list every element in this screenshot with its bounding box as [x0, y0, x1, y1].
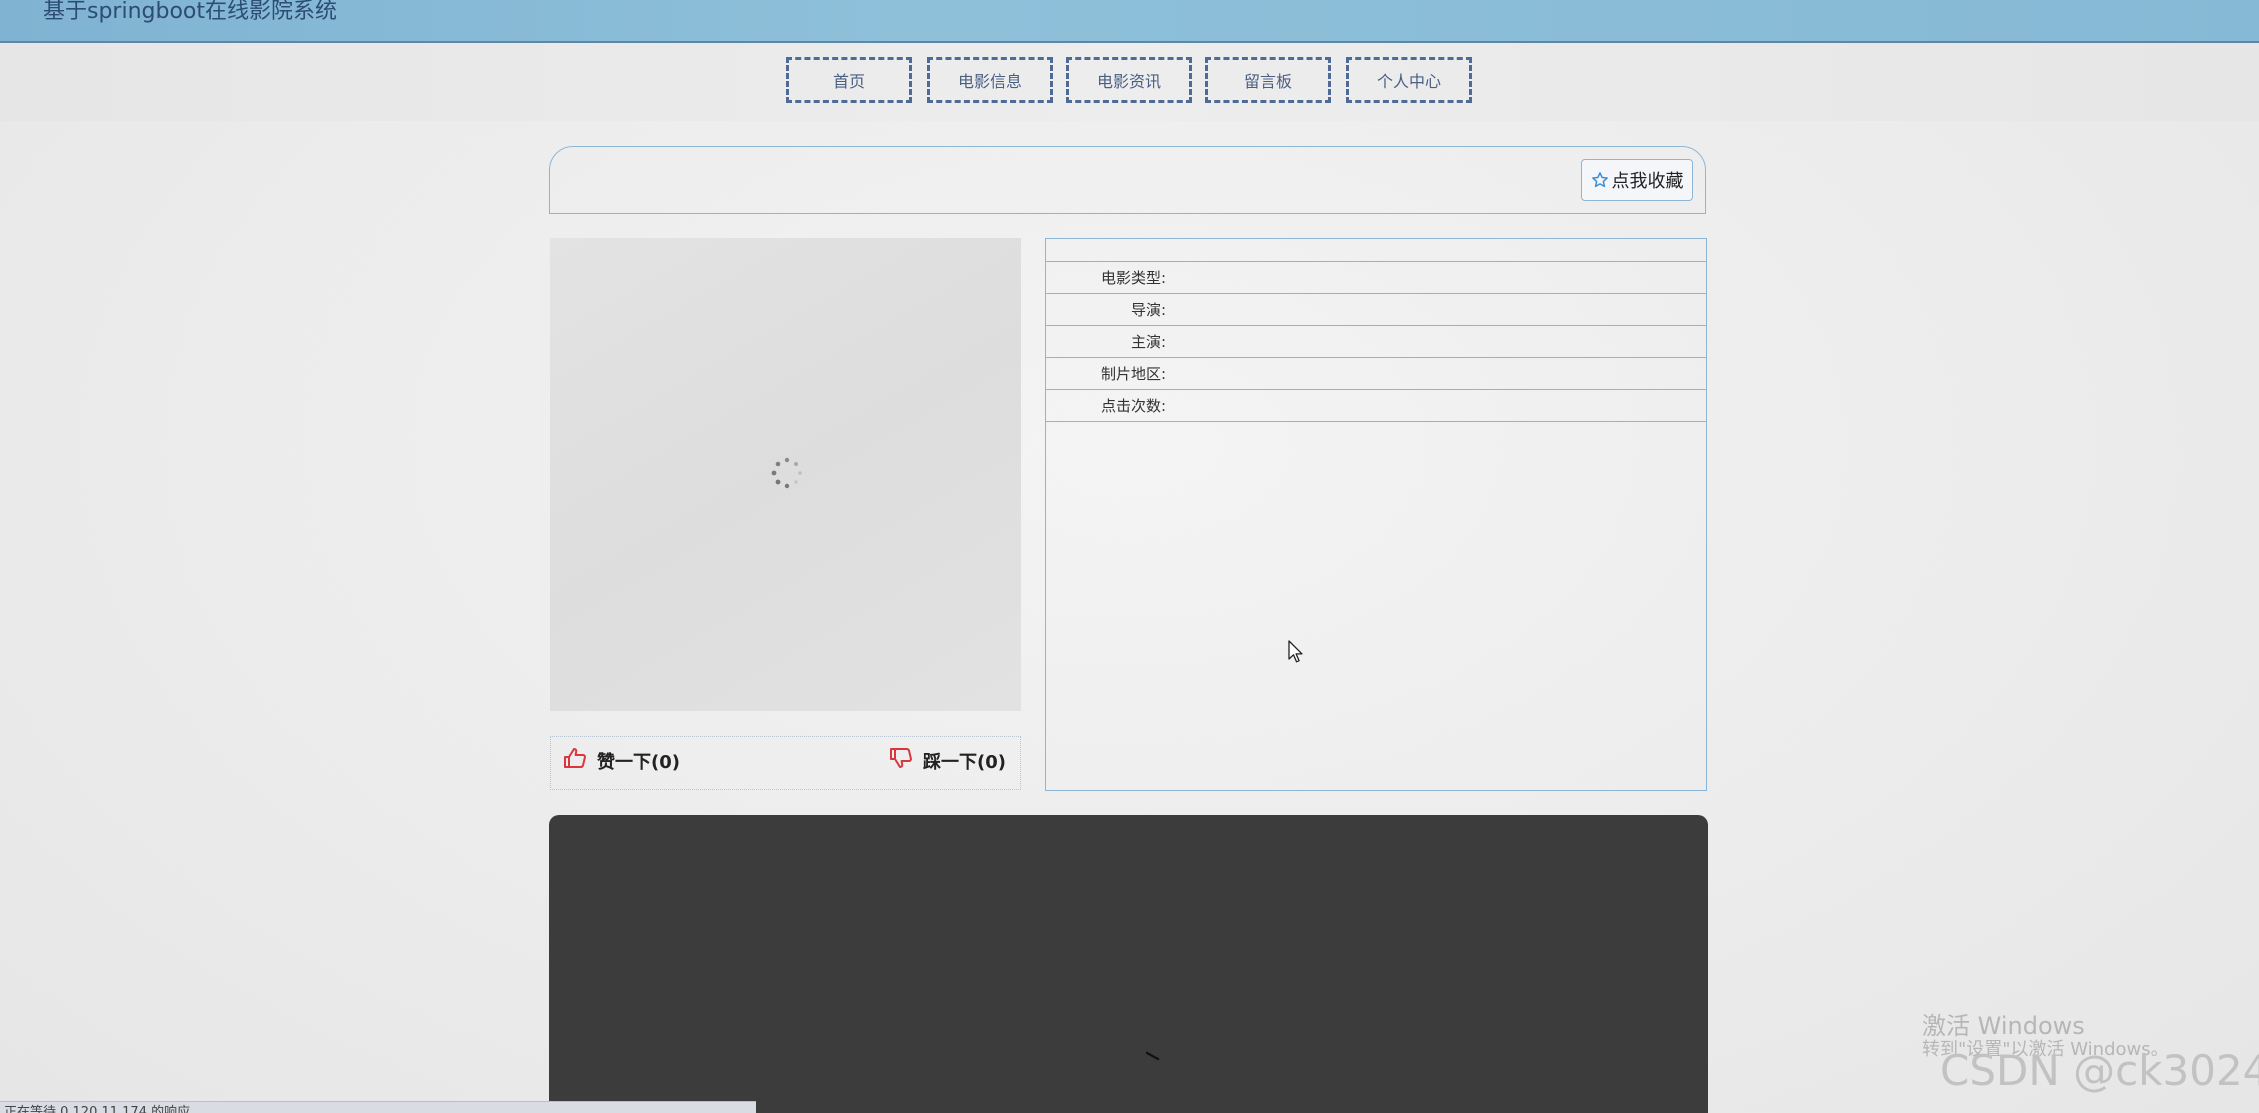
info-row-genre: 电影类型: [1046, 262, 1706, 294]
nav-item-personal-center[interactable]: 个人中心 [1346, 57, 1472, 103]
csdn-watermark: CSDN @ck3024 [1940, 1046, 2259, 1095]
region-label: 制片地区: [1100, 365, 1166, 383]
info-row-region: 制片地区: [1046, 358, 1706, 390]
genre-label: 电影类型: [1100, 269, 1166, 287]
spinner-icon [771, 457, 802, 489]
main-nav: 首页 电影信息 电影资讯 留言板 个人中心 [0, 43, 2259, 121]
movie-title-bar: 点我收藏 [549, 146, 1706, 214]
clicks-label: 点击次数: [1100, 397, 1166, 415]
thumbs-up-icon [563, 747, 587, 774]
info-row-cast: 主演: [1046, 326, 1706, 358]
info-row-director: 导演: [1046, 294, 1706, 326]
favorite-button[interactable]: 点我收藏 [1581, 159, 1693, 201]
video-loading-icon [1146, 1051, 1160, 1061]
info-row-clicks: 点击次数: [1046, 390, 1706, 422]
site-title: 基于springboot在线影院系统 [43, 0, 338, 24]
nav-item-movie-news[interactable]: 电影资讯 [1066, 57, 1192, 103]
mouse-cursor-icon [1288, 640, 1303, 663]
nav-item-message-board[interactable]: 留言板 [1205, 57, 1331, 103]
movie-name-row [1046, 239, 1706, 262]
top-header: 基于springboot在线影院系统 [0, 0, 2259, 43]
favorite-label: 点我收藏 [1611, 171, 1684, 192]
video-player[interactable] [549, 815, 1708, 1113]
movie-info-panel: 电影类型: 导演: 主演: 制片地区: 点击次数: [1045, 238, 1707, 791]
dislike-label: 踩一下(0) [923, 751, 1006, 773]
like-label: 赞一下(0) [597, 751, 680, 773]
director-label: 导演: [1130, 301, 1166, 319]
cast-label: 主演: [1130, 333, 1166, 351]
star-icon [1591, 171, 1609, 189]
vote-bar: 赞一下(0) 踩一下(0) [550, 736, 1021, 790]
nav-item-home[interactable]: 首页 [786, 57, 912, 103]
dislike-button[interactable]: 踩一下(0) [889, 747, 1006, 774]
browser-status-bar: 正在等待 0.120.11.174 的响应... [0, 1101, 756, 1113]
movie-poster [550, 238, 1021, 711]
thumbs-down-icon [889, 747, 913, 774]
nav-item-movie-info[interactable]: 电影信息 [927, 57, 1053, 103]
windows-watermark-title: 激活 Windows [1922, 1012, 2085, 1040]
like-button[interactable]: 赞一下(0) [563, 747, 680, 774]
